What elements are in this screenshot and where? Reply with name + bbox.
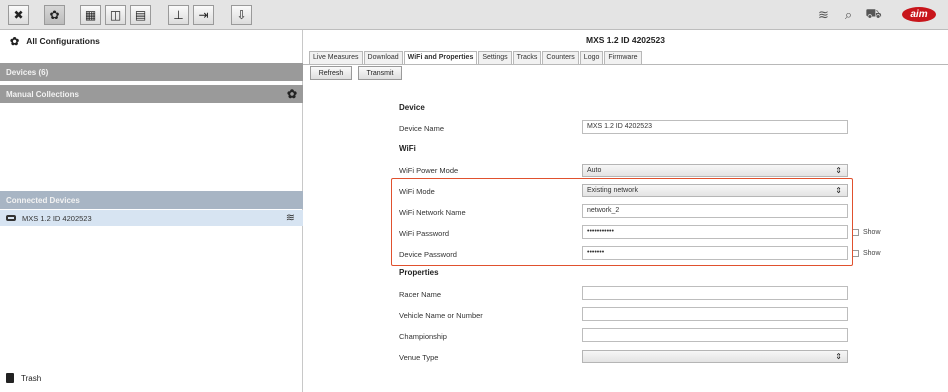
devices-label: Devices (6) [6,67,49,77]
properties-section-title: Properties [399,268,439,277]
tab-download[interactable]: Download [363,51,403,64]
wifi-power-mode-value: Auto [587,167,602,174]
championship-label: Championship [399,332,447,341]
aim-logo: aim [902,7,936,22]
trash-icon [6,373,14,383]
racer-name-field[interactable] [582,286,848,300]
main-toolbar: ✖ ✿ ▦ ◫ ▤ ⊥ ⇥ ⇩ ≋ ⌕ ⛟ aim [0,0,948,30]
trash-item[interactable]: Trash [6,373,41,383]
venue-type-label: Venue Type [399,353,439,362]
show-label: Show [863,250,881,257]
show-device-password-checkbox[interactable] [852,250,859,257]
wifi-password-field[interactable]: ••••••••••• [582,225,848,239]
select-arrows-icon: ⇕ [835,186,842,195]
car-icon[interactable]: ⛟ [862,5,885,25]
download-icon[interactable]: ⇩ [231,5,252,25]
tab-settings[interactable]: Settings [478,51,512,64]
wifi-mode-value: Existing network [587,187,638,194]
all-configurations-label: All Configurations [26,36,100,46]
show-wifi-password-checkbox[interactable] [852,229,859,236]
tab-tracks[interactable]: Tracks [512,51,542,64]
championship-field[interactable] [582,328,848,342]
tab-logo[interactable]: Logo [579,51,604,64]
transmit-button[interactable]: Transmit [358,66,402,80]
wifi-network-name-field[interactable]: network_2 [582,204,848,218]
show-label: Show [863,229,881,236]
refresh-button[interactable]: Refresh [310,66,352,80]
device-icon [6,215,16,221]
wifi-mode-select[interactable]: Existing network ⇕ [582,184,848,197]
wifi-power-mode-select[interactable]: Auto ⇕ [582,164,848,177]
connected-devices-label: Connected Devices [6,195,80,205]
wifi-network-name-label: WiFi Network Name [399,208,466,217]
device-password-field[interactable]: ••••••• [582,246,848,260]
vehicle-name-label: Vehicle Name or Number [399,311,483,320]
wrench-icon[interactable]: ✖ [8,5,29,25]
configurations-panel: ✿ All Configurations Devices (6) Manual … [0,30,303,392]
trash-label: Trash [21,373,42,383]
wifi-icon[interactable]: ≋ [812,5,835,25]
export-icon[interactable]: ⇥ [193,5,214,25]
wifi-icon: ≋ [285,212,295,224]
manual-collections-header[interactable]: Manual Collections ✿ [0,85,303,103]
device-title: MXS 1.2 ID 4202523 [586,35,665,45]
vehicle-name-field[interactable] [582,307,848,321]
tab-counters[interactable]: Counters [542,51,579,64]
map-icon[interactable]: ◫ [105,5,126,25]
action-bar: Refresh Transmit [303,64,948,80]
select-arrows-icon: ⇕ [835,352,842,361]
show-wifi-password[interactable]: Show [852,229,881,236]
tab-wifi-and-properties[interactable]: WiFi and Properties [403,51,478,64]
device-section-title: Device [399,103,425,112]
search-icon[interactable]: ⌕ [837,5,860,25]
import-icon[interactable]: ⊥ [168,5,189,25]
tab-firmware[interactable]: Firmware [604,51,642,64]
device-name-label: Device Name [399,124,445,133]
wifi-password-label: WiFi Password [399,229,450,238]
tab-live-measures[interactable]: Live Measures [309,51,363,64]
connected-device-name: MXS 1.2 ID 4202523 [22,213,92,223]
wifi-mode-label: WiFi Mode [399,187,435,196]
device-tabs: Live Measures Download WiFi and Properti… [309,51,643,64]
device-name-field[interactable]: MXS 1.2 ID 4202523 [582,120,848,134]
chart-icon[interactable]: ▦ [80,5,101,25]
venue-type-select[interactable]: ⇕ [582,350,848,363]
connected-devices-header[interactable]: Connected Devices [0,191,303,209]
wifi-power-mode-label: WiFi Power Mode [399,166,459,175]
gear-icon[interactable]: ✿ [287,87,297,101]
all-configurations-item[interactable]: ✿ All Configurations [0,30,303,52]
device-password-label: Device Password [399,250,457,259]
connected-device-row[interactable]: MXS 1.2 ID 4202523 ≋ [0,210,303,226]
show-device-password[interactable]: Show [852,250,881,257]
racer-name-label: Racer Name [399,290,442,299]
configurations-icon: ✿ [10,35,20,48]
manual-collections-label: Manual Collections [6,89,79,99]
devices-header[interactable]: Devices (6) [0,63,303,81]
select-arrows-icon: ⇕ [835,166,842,175]
sliders-icon[interactable]: ▤ [130,5,151,25]
gear-icon[interactable]: ✿ [44,5,65,25]
wifi-section-title: WiFi [399,144,416,153]
